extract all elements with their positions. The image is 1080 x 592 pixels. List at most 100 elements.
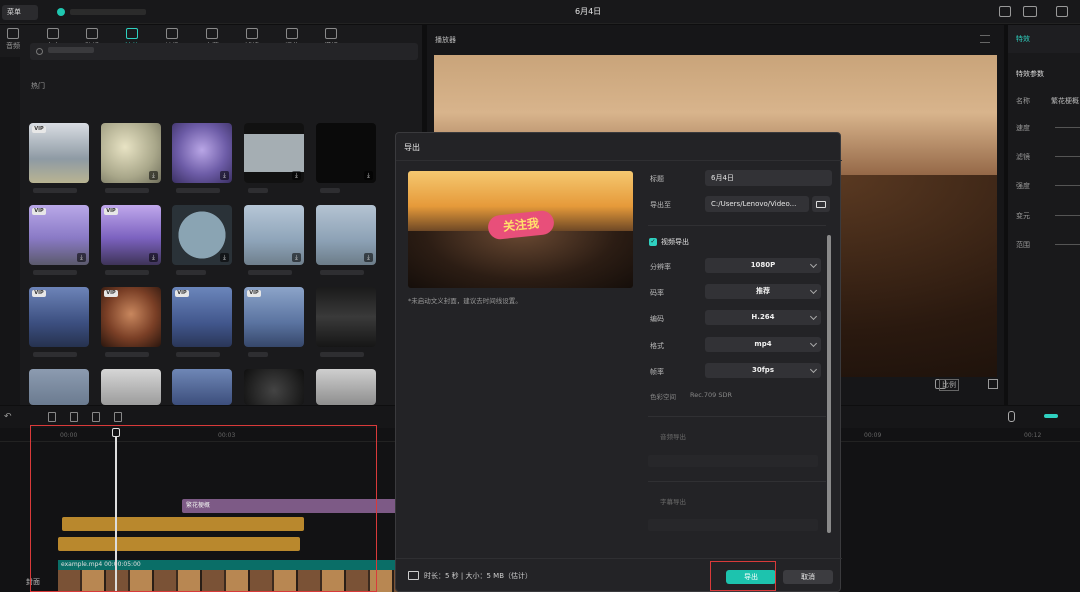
- audio-format-select[interactable]: [648, 455, 818, 467]
- effect-thumbnail[interactable]: [316, 369, 376, 405]
- document-title: 6月4日: [575, 7, 602, 16]
- codec-label: 编码: [650, 315, 664, 323]
- effect-thumbnail[interactable]: ⤓: [244, 205, 304, 265]
- bitrate-select[interactable]: 推荐: [705, 284, 821, 299]
- split-icon[interactable]: [48, 412, 56, 422]
- effect-thumbnail[interactable]: VIP ⤓: [29, 205, 89, 265]
- framerate-select[interactable]: 30fps: [705, 363, 821, 378]
- divider: [396, 160, 842, 161]
- effect-thumbnail[interactable]: VIP: [101, 287, 161, 347]
- effect-thumbnail[interactable]: [29, 369, 89, 405]
- param-slider[interactable]: [1055, 156, 1080, 157]
- effect-thumbnail[interactable]: [172, 369, 232, 405]
- download-icon[interactable]: ⤓: [77, 253, 86, 262]
- effect-thumbnail[interactable]: ⤓: [316, 205, 376, 265]
- param-slider[interactable]: [1055, 244, 1080, 245]
- effect-caption: [105, 270, 149, 275]
- select-value: H.264: [751, 313, 775, 321]
- title-input[interactable]: 6月4日: [705, 170, 832, 186]
- param-label: 范围: [1016, 241, 1030, 249]
- download-icon[interactable]: ⤓: [364, 171, 373, 180]
- download-icon[interactable]: ⤓: [220, 171, 229, 180]
- undo-icon[interactable]: ↶: [4, 412, 12, 422]
- effects-icon: [126, 28, 138, 39]
- effect-thumbnail[interactable]: [244, 369, 304, 405]
- download-icon[interactable]: ⤓: [292, 171, 301, 180]
- effect-thumbnail[interactable]: VIP: [172, 287, 232, 347]
- section-label: 热门: [31, 82, 45, 90]
- effect-thumbnail[interactable]: ⤓: [316, 123, 376, 183]
- cancel-button[interactable]: 取消: [783, 570, 833, 584]
- effect-caption: [33, 270, 77, 275]
- sidebar-item[interactable]: [0, 73, 20, 87]
- split-left-icon[interactable]: [70, 412, 78, 422]
- vip-badge: VIP: [247, 290, 261, 297]
- tab-audio[interactable]: 音频: [0, 28, 26, 51]
- video-export-checkbox[interactable]: ✓: [649, 238, 657, 246]
- effect-thumbnail[interactable]: VIP: [29, 123, 89, 183]
- export-summary: 时长：5 秒 | 大小：5 MB（估计）: [424, 572, 533, 580]
- transition-icon: [166, 28, 178, 39]
- select-value: 30fps: [752, 366, 774, 374]
- layout-icon[interactable]: [999, 6, 1011, 17]
- download-icon[interactable]: ⤓: [364, 253, 373, 262]
- effect-thumbnail[interactable]: ⤓: [101, 123, 161, 183]
- effect-caption: [248, 352, 268, 357]
- menu-button[interactable]: 菜单: [2, 5, 38, 20]
- param-value[interactable]: 繁花梗概: [1051, 96, 1079, 106]
- delete-icon[interactable]: [114, 412, 122, 422]
- microphone-icon[interactable]: [1008, 411, 1015, 422]
- chevron-down-icon: [809, 339, 818, 348]
- shortcut-icon[interactable]: [1023, 6, 1037, 17]
- split-right-icon[interactable]: [92, 412, 100, 422]
- download-icon[interactable]: ⤓: [292, 253, 301, 262]
- framerate-label: 帧率: [650, 368, 664, 376]
- chevron-down-icon: [809, 365, 818, 374]
- export-path-input[interactable]: C:/Users/Lenovo/Video...: [705, 196, 809, 212]
- fullscreen-icon[interactable]: [988, 379, 998, 389]
- codec-select[interactable]: H.264: [705, 310, 821, 325]
- title-label: 标题: [650, 175, 664, 183]
- category-sidebar: [0, 57, 20, 405]
- player-title: 播放器: [435, 36, 456, 44]
- effect-thumbnail[interactable]: VIP: [244, 287, 304, 347]
- effect-thumbnail[interactable]: VIP: [29, 287, 89, 347]
- effect-thumbnail[interactable]: ⤓: [172, 123, 232, 183]
- effect-caption: [33, 188, 77, 193]
- ratio-button[interactable]: 比例: [939, 379, 959, 391]
- effect-thumbnail[interactable]: ⤓: [172, 205, 232, 265]
- sidebar-item[interactable]: [0, 99, 20, 113]
- tab-label: 音频: [6, 42, 20, 50]
- bitrate-label: 码率: [650, 289, 664, 297]
- effect-thumbnail[interactable]: VIP ⤓: [101, 205, 161, 265]
- download-icon[interactable]: ⤓: [220, 253, 229, 262]
- param-slider[interactable]: [1055, 215, 1080, 216]
- menu-icon[interactable]: [980, 35, 990, 43]
- dialog-title: 导出: [404, 143, 420, 152]
- audio-export-label[interactable]: 音频导出: [660, 431, 686, 441]
- chevron-down-icon: [809, 312, 818, 321]
- param-slider[interactable]: [1055, 127, 1080, 128]
- tab-effect-properties[interactable]: 特效: [1008, 25, 1080, 53]
- link-icon[interactable]: [1044, 414, 1058, 418]
- settings-icon[interactable]: [1056, 6, 1068, 17]
- subtitle-export-label[interactable]: 字幕导出: [660, 496, 686, 506]
- resolution-select[interactable]: 1080P: [705, 258, 821, 273]
- scrollbar[interactable]: [827, 235, 831, 533]
- select-value: 推荐: [756, 287, 770, 295]
- effect-caption: [105, 352, 149, 357]
- divider: [648, 416, 826, 417]
- subtitle-format-select[interactable]: [648, 519, 818, 531]
- param-slider[interactable]: [1055, 185, 1080, 186]
- properties-section-title: 特效参数: [1016, 70, 1044, 78]
- format-select[interactable]: mp4: [705, 337, 821, 352]
- color-space-label: 色彩空间: [650, 393, 676, 401]
- divider: [648, 481, 826, 482]
- download-icon[interactable]: ⤓: [149, 253, 158, 262]
- download-icon[interactable]: ⤓: [149, 171, 158, 180]
- effect-thumbnail[interactable]: [316, 287, 376, 347]
- effect-thumbnail[interactable]: [101, 369, 161, 405]
- preview-image: [408, 231, 633, 288]
- effect-thumbnail[interactable]: ⤓: [244, 123, 304, 183]
- adjust-icon: [286, 28, 298, 39]
